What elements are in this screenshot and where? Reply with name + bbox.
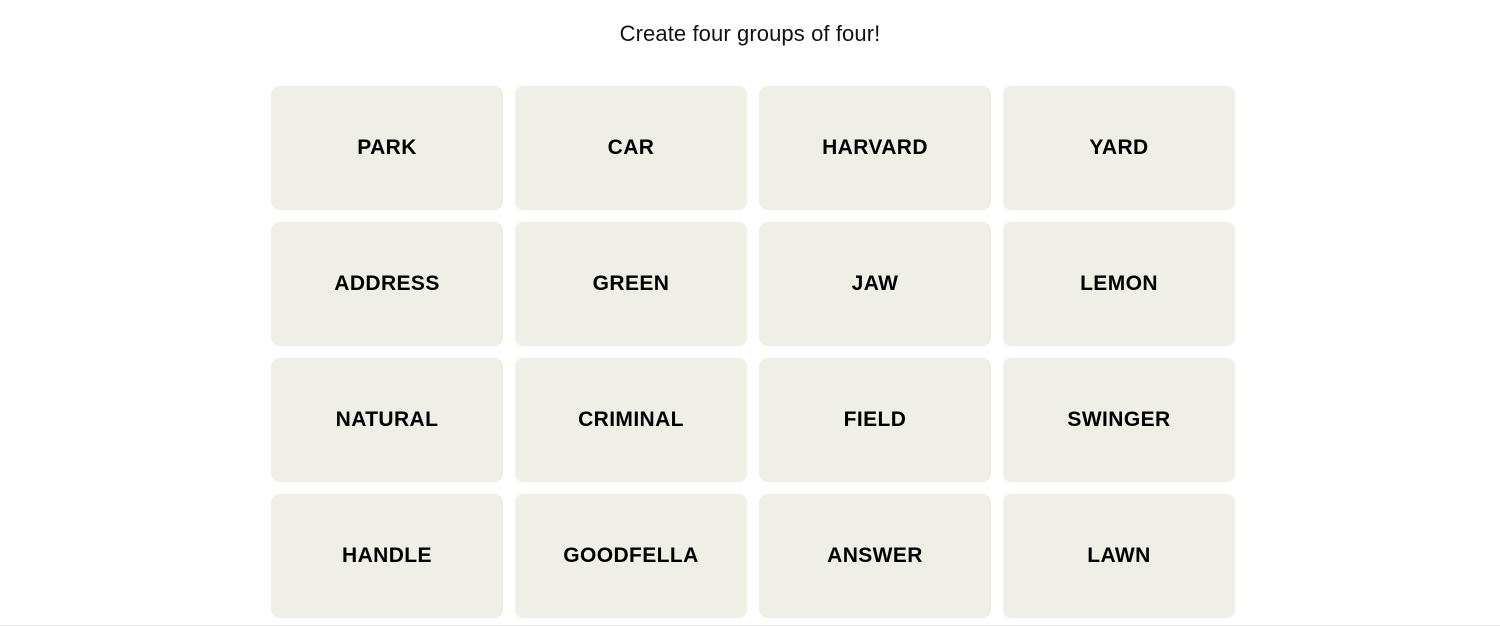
word-tile[interactable]: SWINGER xyxy=(1003,358,1235,482)
word-tile[interactable]: HANDLE xyxy=(271,494,503,618)
word-tile[interactable]: YARD xyxy=(1003,86,1235,210)
word-tile[interactable]: GREEN xyxy=(515,222,747,346)
word-tile-label: FIELD xyxy=(843,408,907,431)
word-tile[interactable]: ADDRESS xyxy=(271,222,503,346)
word-tile-label: NATURAL xyxy=(335,408,439,431)
puzzle-page: Create four groups of four! PARK CAR HAR… xyxy=(0,0,1500,626)
page-title: Create four groups of four! xyxy=(619,21,881,46)
word-tile-label: GOODFELLA xyxy=(563,544,699,567)
word-tile-label: ANSWER xyxy=(827,544,923,567)
word-tile-label: HANDLE xyxy=(342,544,432,567)
word-tile-label: JAW xyxy=(851,272,899,295)
word-tile-label: GREEN xyxy=(592,272,670,295)
word-tile[interactable]: ANSWER xyxy=(759,494,991,618)
word-tile[interactable]: CRIMINAL xyxy=(515,358,747,482)
word-tile[interactable]: FIELD xyxy=(759,358,991,482)
word-tile-label: CRIMINAL xyxy=(578,408,684,431)
word-tile[interactable]: NATURAL xyxy=(271,358,503,482)
word-tile[interactable]: PARK xyxy=(271,86,503,210)
word-tile-label: SWINGER xyxy=(1067,408,1171,431)
word-tile-label: CAR xyxy=(607,136,655,159)
word-tile-label: LEMON xyxy=(1080,272,1158,295)
word-tile[interactable]: CAR xyxy=(515,86,747,210)
word-tile-grid: PARK CAR HARVARD YARD ADDRESS GREEN JAW … xyxy=(271,86,1235,618)
word-tile[interactable]: LAWN xyxy=(1003,494,1235,618)
word-tile-label: ADDRESS xyxy=(334,272,440,295)
word-tile-label: YARD xyxy=(1089,136,1149,159)
word-tile-label: LAWN xyxy=(1087,544,1151,567)
word-tile[interactable]: LEMON xyxy=(1003,222,1235,346)
word-tile[interactable]: HARVARD xyxy=(759,86,991,210)
word-tile-label: PARK xyxy=(357,136,417,159)
word-tile[interactable]: GOODFELLA xyxy=(515,494,747,618)
word-tile-label: HARVARD xyxy=(822,136,928,159)
word-tile[interactable]: JAW xyxy=(759,222,991,346)
